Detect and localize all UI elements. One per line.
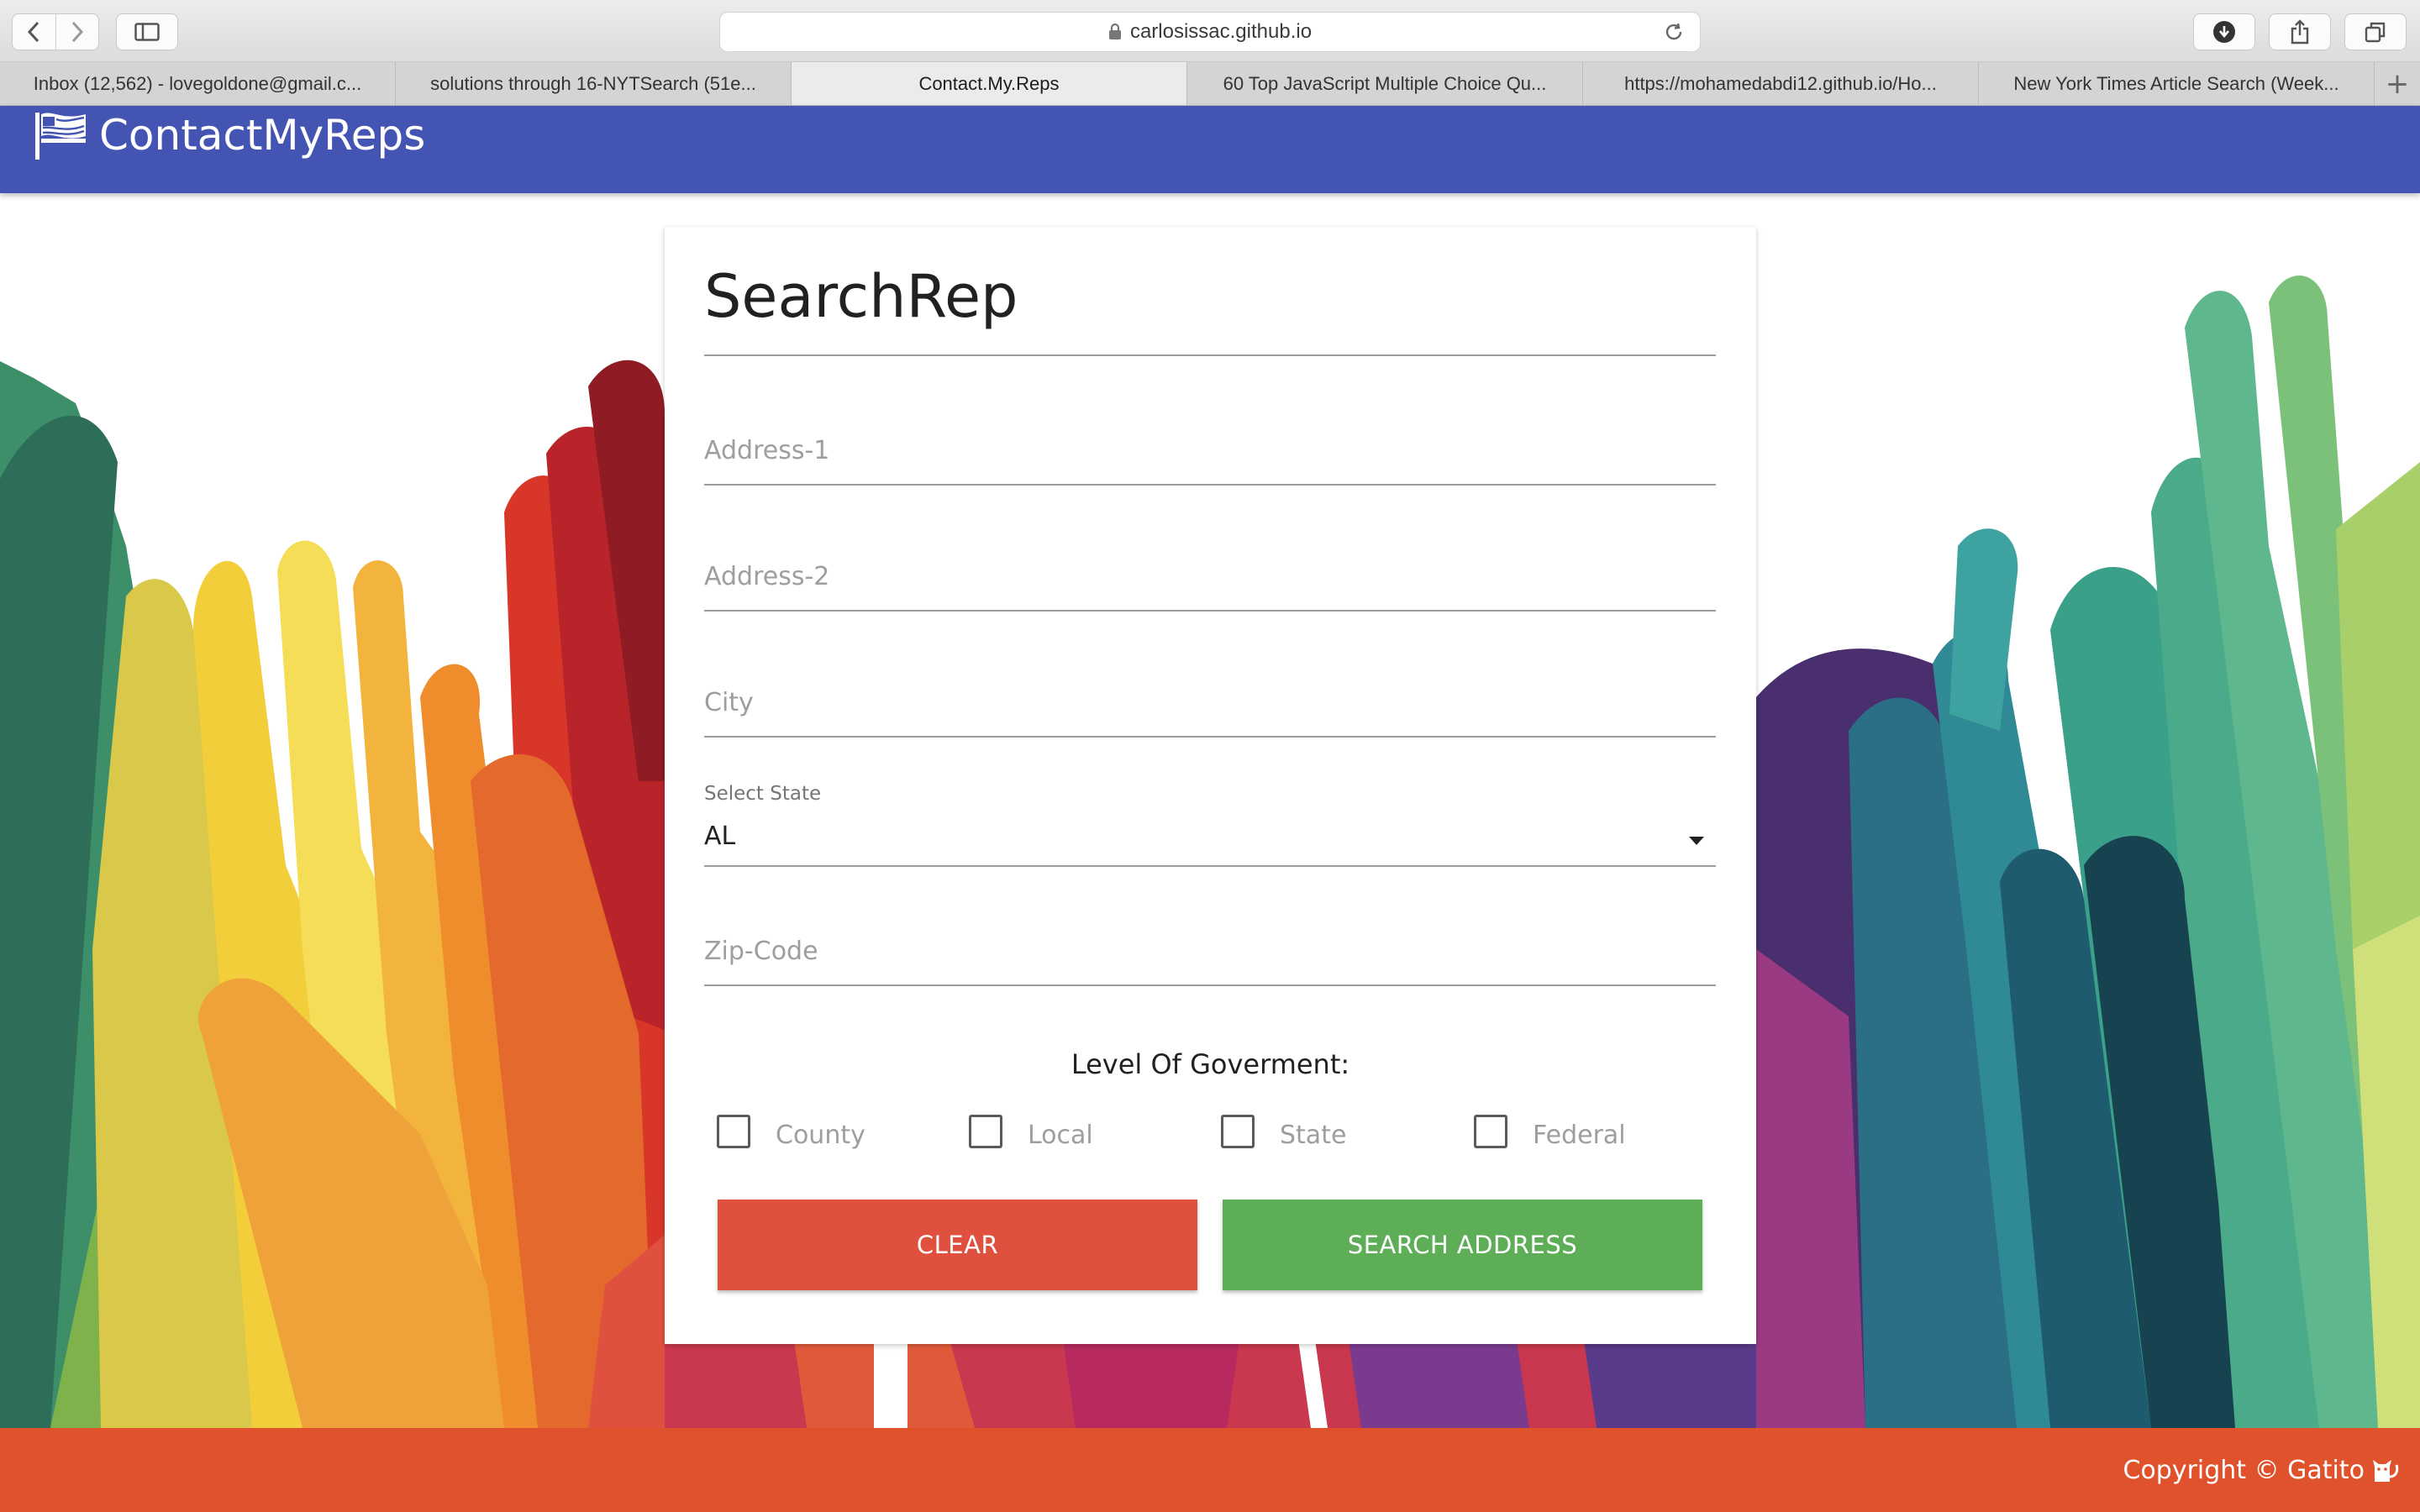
- checkbox-county-box[interactable]: [717, 1114, 750, 1148]
- tab-nytsearch-solutions[interactable]: solutions through 16-NYTSearch (51e...: [396, 62, 792, 105]
- card-title: SearchRep: [704, 262, 1018, 331]
- address2-field[interactable]: [704, 548, 1716, 612]
- tabs-icon: [2365, 22, 2386, 43]
- clear-button[interactable]: CLEAR: [718, 1200, 1197, 1290]
- checkbox-state[interactable]: State: [1221, 1112, 1346, 1150]
- search-card: SearchRep Select State AL Level Of Gover…: [665, 227, 1756, 1344]
- caret-down-icon: [1689, 837, 1704, 845]
- cat-icon: [2373, 1460, 2399, 1482]
- state-select[interactable]: AL: [704, 815, 1716, 867]
- title-divider: [704, 354, 1716, 356]
- app-navbar: ContactMyReps: [0, 106, 2420, 193]
- history-nav: [12, 13, 99, 50]
- checkbox-county[interactable]: County: [717, 1112, 865, 1150]
- city-field[interactable]: [704, 674, 1716, 738]
- tab-bar: Inbox (12,562) - lovegoldone@gmail.c... …: [0, 62, 2420, 106]
- city-input[interactable]: [704, 684, 1716, 721]
- address1-input[interactable]: [704, 432, 1716, 469]
- tab-overview-button[interactable]: [2344, 13, 2407, 50]
- address1-field[interactable]: [704, 422, 1716, 486]
- zip-input[interactable]: [704, 932, 1716, 969]
- address2-input[interactable]: [704, 558, 1716, 595]
- tab-nyt-article-search[interactable]: New York Times Article Search (Week...: [1979, 62, 2375, 105]
- flag-icon: [35, 113, 86, 160]
- brand-logo-link[interactable]: ContactMyReps: [34, 111, 425, 160]
- checkbox-local[interactable]: Local: [969, 1112, 1093, 1150]
- tab-contact-my-reps[interactable]: Contact.My.Reps: [792, 62, 1187, 105]
- government-level-label: Level Of Goverment:: [1071, 1048, 1350, 1080]
- page-footer: Copyright © Gatito: [0, 1428, 2420, 1512]
- checkbox-federal[interactable]: Federal: [1474, 1112, 1626, 1150]
- government-level-options: County Local State Federal: [717, 1112, 1708, 1163]
- checkbox-federal-box[interactable]: [1474, 1114, 1507, 1148]
- zip-field[interactable]: [704, 922, 1716, 986]
- tab-mohamedabdi[interactable]: https://mohamedabdi12.github.io/Ho...: [1583, 62, 1979, 105]
- brand-name: ContactMyReps: [99, 111, 426, 160]
- forward-button[interactable]: [56, 14, 99, 50]
- search-address-button[interactable]: SEARCH ADDRESS: [1223, 1200, 1702, 1290]
- checkbox-state-label: State: [1280, 1121, 1347, 1150]
- new-tab-button[interactable]: +: [2375, 62, 2420, 105]
- download-icon: [2213, 21, 2235, 43]
- state-select-value: AL: [704, 822, 736, 851]
- state-select-label: Select State: [704, 783, 822, 805]
- share-button[interactable]: [2269, 13, 2331, 50]
- back-button[interactable]: [13, 14, 56, 50]
- url-text: carlosissac.github.io: [1129, 20, 1313, 43]
- zip-underline: [704, 984, 1716, 986]
- checkbox-federal-label: Federal: [1533, 1121, 1626, 1150]
- chevron-left-icon: [28, 21, 39, 43]
- address-bar[interactable]: carlosissac.github.io: [719, 12, 1701, 52]
- browser-toolbar: carlosissac.github.io: [0, 0, 2420, 62]
- sidebar-toggle-button[interactable]: [116, 13, 178, 50]
- checkbox-state-box[interactable]: [1221, 1114, 1255, 1148]
- address2-underline: [704, 610, 1716, 612]
- address1-underline: [704, 484, 1716, 486]
- checkbox-county-label: County: [776, 1121, 865, 1150]
- chevron-right-icon: [71, 21, 83, 43]
- checkbox-local-label: Local: [1028, 1121, 1093, 1150]
- share-icon: [2291, 19, 2309, 45]
- state-underline: [704, 865, 1716, 867]
- sidebar-icon: [134, 23, 160, 41]
- checkbox-local-box[interactable]: [969, 1114, 1002, 1148]
- copyright-text: Copyright © Gatito: [2123, 1455, 2365, 1485]
- tab-inbox[interactable]: Inbox (12,562) - lovegoldone@gmail.c...: [0, 62, 396, 105]
- tab-javascript-quiz[interactable]: 60 Top JavaScript Multiple Choice Qu...: [1187, 62, 1583, 105]
- lock-icon: [1108, 24, 1121, 39]
- reload-icon[interactable]: [1663, 21, 1685, 43]
- downloads-button[interactable]: [2193, 13, 2255, 50]
- city-underline: [704, 736, 1716, 738]
